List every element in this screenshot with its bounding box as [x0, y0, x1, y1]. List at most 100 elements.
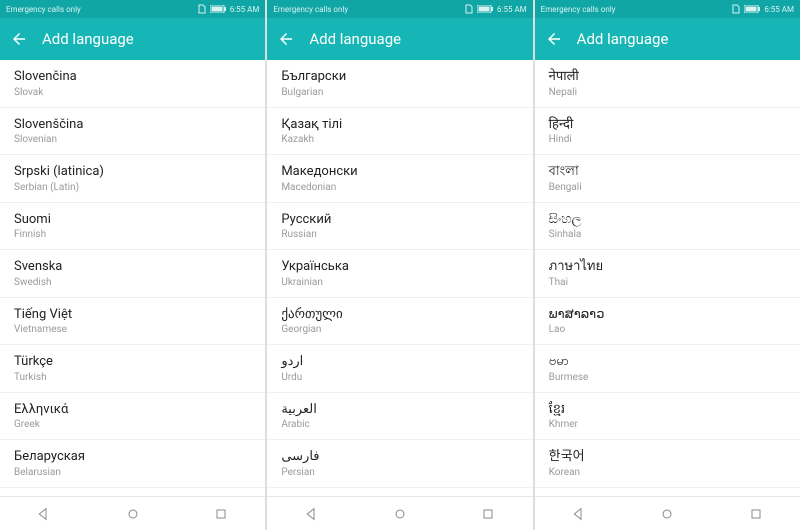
page-title: Add language — [42, 30, 134, 48]
language-row[interactable]: नेपालीNepali — [535, 60, 800, 108]
language-row[interactable]: हिन्दीHindi — [535, 108, 800, 156]
language-english-name: Greek — [14, 418, 251, 431]
language-row[interactable]: ພາສາລາວLao — [535, 298, 800, 346]
language-english-name: Lao — [549, 323, 786, 336]
language-row[interactable]: SlovenščinaSlovenian — [0, 108, 265, 156]
language-english-name: Turkish — [14, 371, 251, 384]
language-row[interactable]: नेपाली — [267, 488, 532, 496]
phone-screen: Emergency calls only6:55 AMAdd languageन… — [535, 0, 800, 530]
language-row[interactable]: Srpski (latinica)Serbian (Latin) — [0, 155, 265, 203]
language-native-name: ខ្មែរ — [549, 401, 786, 419]
language-row[interactable]: اردوUrdu — [267, 345, 532, 393]
language-row[interactable]: සිංහලSinhala — [535, 203, 800, 251]
language-list[interactable]: SlovenčinaSlovakSlovenščinaSlovenianSrps… — [0, 60, 265, 496]
status-bar: Emergency calls only6:55 AM — [0, 0, 265, 18]
language-row[interactable]: فارسیPersian — [267, 440, 532, 488]
language-english-name: Georgian — [281, 323, 518, 336]
app-bar: Add language — [0, 18, 265, 60]
status-right: 6:55 AM — [198, 4, 260, 14]
language-native-name: සිංහල — [549, 211, 786, 229]
nav-back-button[interactable] — [36, 506, 52, 522]
language-native-name: Русский — [281, 211, 518, 229]
language-native-name: Slovenščina — [14, 116, 251, 134]
status-bar: Emergency calls only 6:55 AM — [267, 0, 532, 18]
language-english-name: Sinhala — [549, 228, 786, 241]
language-native-name: Srpski (latinica) — [14, 163, 251, 181]
status-bar: Emergency calls only6:55 AM — [535, 0, 800, 18]
sim-card-icon — [465, 4, 473, 14]
language-native-name: ဗမာ — [549, 353, 786, 371]
nav-home-button[interactable] — [659, 506, 675, 522]
language-row[interactable]: SvenskaSwedish — [0, 250, 265, 298]
language-english-name: Macedonian — [281, 181, 518, 194]
language-row[interactable]: 한국어Korean — [535, 440, 800, 488]
language-native-name: Suomi — [14, 211, 251, 229]
battery-icon — [477, 5, 493, 13]
page-title: Add language — [309, 30, 401, 48]
language-native-name: Ελληνικά — [14, 401, 251, 419]
clock-text: 6:55 AM — [497, 5, 527, 14]
language-native-name: Tiếng Việt — [14, 306, 251, 324]
language-native-name: ภาษาไทย — [549, 258, 786, 276]
language-native-name: Svenska — [14, 258, 251, 276]
language-english-name: Bengali — [549, 181, 786, 194]
clock-text: 6:55 AM — [230, 5, 260, 14]
phone-screen: Emergency calls only 6:55 AM Add language Б… — [267, 0, 532, 530]
app-bar: Add language — [535, 18, 800, 60]
language-english-name: Khmer — [549, 418, 786, 431]
language-native-name: Українська — [281, 258, 518, 276]
language-row[interactable]: SlovenčinaSlovak — [0, 60, 265, 108]
nav-home-button[interactable] — [392, 506, 408, 522]
battery-icon — [210, 5, 226, 13]
language-row[interactable]: TürkçeTurkish — [0, 345, 265, 393]
language-native-name: اردو — [281, 353, 518, 371]
language-row[interactable]: БеларускаяBelarusian — [0, 440, 265, 488]
phone-screen: Emergency calls only6:55 AM Add language S… — [0, 0, 265, 530]
status-right: 6:55 AM — [465, 4, 527, 14]
language-english-name: Bulgarian — [281, 86, 518, 99]
network-status-text: Emergency calls only — [273, 5, 348, 14]
language-row[interactable]: العربيةArabic — [267, 393, 532, 441]
language-row[interactable]: РусскийRussian — [267, 203, 532, 251]
language-row[interactable]: ဗမာBurmese — [535, 345, 800, 393]
language-row[interactable]: УкраїнськаUkrainian — [267, 250, 532, 298]
language-english-name: Korean — [549, 466, 786, 479]
language-row[interactable]: ខ្មែរKhmer — [535, 393, 800, 441]
navigation-bar — [535, 496, 800, 530]
language-row[interactable]: SuomiFinnish — [0, 203, 265, 251]
language-native-name: বাংলা — [549, 163, 786, 181]
language-native-name: Қазақ тілі — [281, 116, 518, 134]
back-arrow-icon[interactable] — [10, 30, 28, 48]
language-list[interactable]: नेपालीNepaliहिन्दीHindiবাংলাBengaliසිංහල… — [535, 60, 800, 496]
language-row[interactable]: Tiếng ViệtVietnamese — [0, 298, 265, 346]
language-row[interactable]: МакедонскиMacedonian — [267, 155, 532, 203]
language-row[interactable]: ΕλληνικάGreek — [0, 393, 265, 441]
language-native-name: فارسی — [281, 448, 518, 466]
language-english-name: Arabic — [281, 418, 518, 431]
language-english-name: Slovak — [14, 86, 251, 99]
language-english-name: Swedish — [14, 276, 251, 289]
language-row[interactable]: বাংলাBengali — [535, 155, 800, 203]
language-row[interactable]: Български — [0, 488, 265, 496]
nav-recent-button[interactable] — [213, 506, 229, 522]
language-english-name: Ukrainian — [281, 276, 518, 289]
language-native-name: ພາສາລາວ — [549, 306, 786, 324]
network-status-text: Emergency calls only — [541, 5, 616, 14]
back-arrow-icon[interactable] — [545, 30, 563, 48]
language-native-name: नेपाली — [549, 68, 786, 86]
language-row[interactable]: ქართულიGeorgian — [267, 298, 532, 346]
language-english-name: Russian — [281, 228, 518, 241]
nav-recent-button[interactable] — [748, 506, 764, 522]
language-row[interactable]: ภาษาไทยThai — [535, 250, 800, 298]
back-arrow-icon[interactable] — [277, 30, 295, 48]
nav-home-button[interactable] — [125, 506, 141, 522]
language-row[interactable]: Қазақ тіліKazakh — [267, 108, 532, 156]
language-list[interactable]: БългарскиBulgarianҚазақ тіліKazakhМакедо… — [267, 60, 532, 496]
nav-recent-button[interactable] — [480, 506, 496, 522]
language-row[interactable]: БългарскиBulgarian — [267, 60, 532, 108]
nav-back-button[interactable] — [571, 506, 587, 522]
nav-back-button[interactable] — [304, 506, 320, 522]
navigation-bar — [0, 496, 265, 530]
language-row[interactable]: 日本語 — [535, 488, 800, 496]
navigation-bar — [267, 496, 532, 530]
